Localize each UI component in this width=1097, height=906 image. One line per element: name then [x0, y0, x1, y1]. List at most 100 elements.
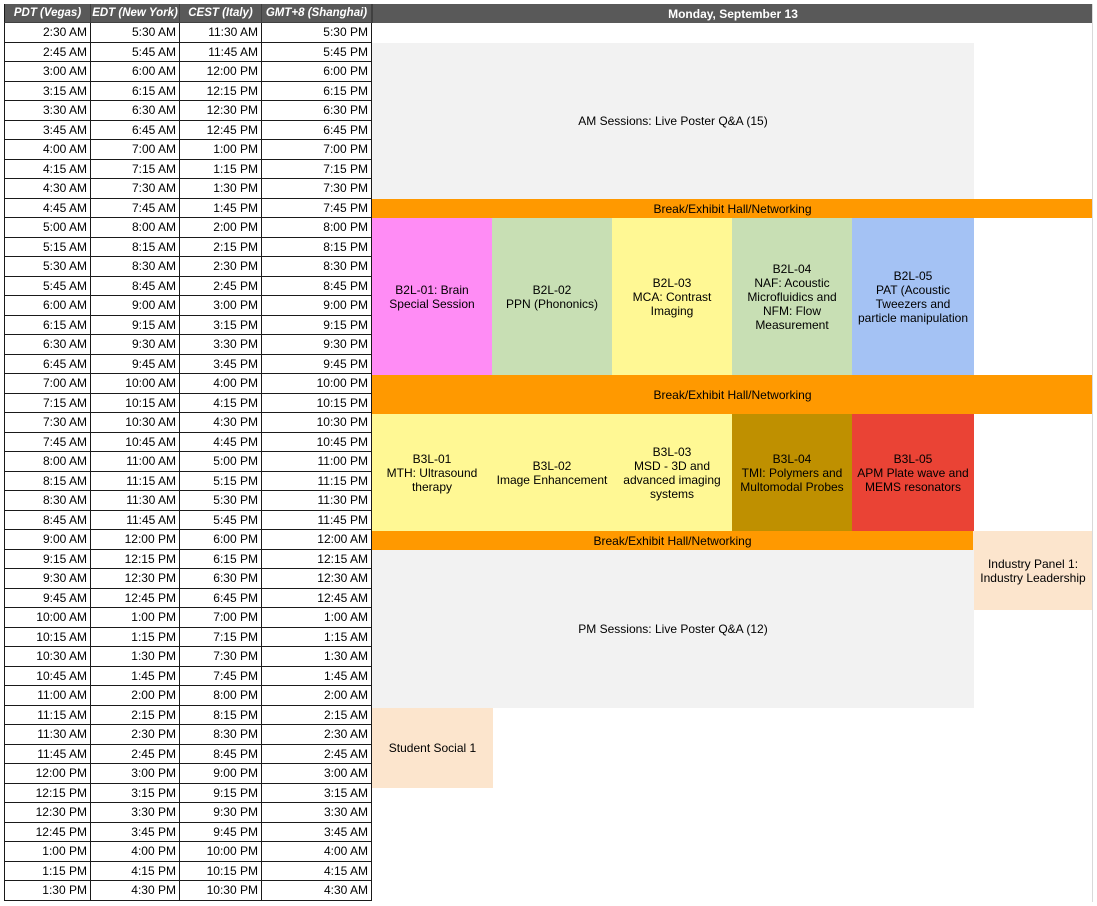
time-cell-cest[interactable]: 11:45 AM [180, 42, 262, 62]
time-cell-edt[interactable]: 3:15 PM [91, 783, 180, 803]
time-cell-gmt8[interactable]: 8:30 PM [262, 257, 372, 277]
time-cell-cest[interactable]: 5:15 PM [180, 471, 262, 491]
time-cell-cest[interactable]: 12:30 PM [180, 101, 262, 121]
time-cell-pdt[interactable]: 10:15 AM [4, 627, 91, 647]
time-cell-edt[interactable]: 9:00 AM [91, 296, 180, 316]
session-b3l-02[interactable]: B3L-02 Image Enhancement [492, 414, 612, 531]
time-cell-edt[interactable]: 12:00 PM [91, 530, 180, 550]
time-cell-pdt[interactable]: 11:00 AM [4, 686, 91, 706]
industry-panel-1[interactable]: Industry Panel 1: Industry Leadership [973, 531, 1093, 610]
time-cell-cest[interactable]: 6:15 PM [180, 549, 262, 569]
time-cell-cest[interactable]: 5:45 PM [180, 510, 262, 530]
time-cell-edt[interactable]: 3:30 PM [91, 803, 180, 823]
time-cell-gmt8[interactable]: 6:45 PM [262, 120, 372, 140]
session-b2l-01[interactable]: B2L-01: Brain Special Session [372, 218, 492, 375]
time-cell-edt[interactable]: 6:45 AM [91, 120, 180, 140]
time-cell-pdt[interactable]: 3:45 AM [4, 120, 91, 140]
time-cell-cest[interactable]: 7:00 PM [180, 608, 262, 628]
time-cell-pdt[interactable]: 3:00 AM [4, 62, 91, 82]
time-cell-gmt8[interactable]: 8:00 PM [262, 218, 372, 238]
time-cell-gmt8[interactable]: 12:00 AM [262, 530, 372, 550]
time-cell-cest[interactable]: 2:15 PM [180, 237, 262, 257]
time-cell-edt[interactable]: 12:45 PM [91, 588, 180, 608]
time-cell-pdt[interactable]: 7:45 AM [4, 432, 91, 452]
pm-poster-session[interactable]: PM Sessions: Live Poster Q&A (12) [372, 550, 974, 708]
time-cell-pdt[interactable]: 5:45 AM [4, 276, 91, 296]
time-cell-pdt[interactable]: 2:45 AM [4, 42, 91, 62]
time-cell-edt[interactable]: 1:30 PM [91, 647, 180, 667]
time-cell-cest[interactable]: 8:30 PM [180, 725, 262, 745]
time-cell-edt[interactable]: 10:30 AM [91, 413, 180, 433]
time-cell-edt[interactable]: 11:30 AM [91, 491, 180, 511]
time-cell-edt[interactable]: 4:15 PM [91, 861, 180, 881]
time-cell-cest[interactable]: 2:00 PM [180, 218, 262, 238]
time-cell-cest[interactable]: 4:30 PM [180, 413, 262, 433]
time-cell-edt[interactable]: 6:15 AM [91, 81, 180, 101]
time-cell-edt[interactable]: 6:30 AM [91, 101, 180, 121]
time-cell-gmt8[interactable]: 1:00 AM [262, 608, 372, 628]
time-cell-cest[interactable]: 4:45 PM [180, 432, 262, 452]
time-cell-gmt8[interactable]: 4:00 AM [262, 842, 372, 862]
time-cell-pdt[interactable]: 12:30 PM [4, 803, 91, 823]
time-cell-gmt8[interactable]: 3:30 AM [262, 803, 372, 823]
time-cell-edt[interactable]: 4:30 PM [91, 881, 180, 901]
time-cell-pdt[interactable]: 11:30 AM [4, 725, 91, 745]
day-header[interactable]: Monday, September 13 [372, 4, 1093, 23]
time-cell-gmt8[interactable]: 6:15 PM [262, 81, 372, 101]
time-cell-cest[interactable]: 6:30 PM [180, 569, 262, 589]
time-cell-gmt8[interactable]: 5:45 PM [262, 42, 372, 62]
time-cell-gmt8[interactable]: 11:00 PM [262, 452, 372, 472]
session-b3l-04[interactable]: B3L-04 TMI: Polymers and Multomodal Prob… [732, 414, 852, 531]
time-cell-cest[interactable]: 8:00 PM [180, 686, 262, 706]
time-cell-edt[interactable]: 3:00 PM [91, 764, 180, 784]
time-cell-cest[interactable]: 3:45 PM [180, 354, 262, 374]
time-cell-edt[interactable]: 7:30 AM [91, 179, 180, 199]
time-cell-cest[interactable]: 9:15 PM [180, 783, 262, 803]
time-cell-pdt[interactable]: 11:15 AM [4, 705, 91, 725]
time-cell-edt[interactable]: 9:30 AM [91, 335, 180, 355]
time-cell-gmt8[interactable]: 11:15 PM [262, 471, 372, 491]
time-cell-pdt[interactable]: 5:00 AM [4, 218, 91, 238]
time-cell-pdt[interactable]: 7:15 AM [4, 393, 91, 413]
time-cell-gmt8[interactable]: 1:45 AM [262, 666, 372, 686]
time-cell-gmt8[interactable]: 3:00 AM [262, 764, 372, 784]
time-cell-edt[interactable]: 4:00 PM [91, 842, 180, 862]
time-cell-gmt8[interactable]: 10:00 PM [262, 374, 372, 394]
time-cell-pdt[interactable]: 11:45 AM [4, 744, 91, 764]
time-cell-gmt8[interactable]: 8:15 PM [262, 237, 372, 257]
time-cell-cest[interactable]: 10:30 PM [180, 881, 262, 901]
time-cell-pdt[interactable]: 6:45 AM [4, 354, 91, 374]
session-b2l-03[interactable]: B2L-03 MCA: Contrast Imaging [612, 218, 732, 375]
time-cell-cest[interactable]: 12:15 PM [180, 81, 262, 101]
time-cell-edt[interactable]: 11:00 AM [91, 452, 180, 472]
time-cell-gmt8[interactable]: 7:30 PM [262, 179, 372, 199]
time-cell-cest[interactable]: 6:45 PM [180, 588, 262, 608]
time-cell-pdt[interactable]: 4:15 AM [4, 159, 91, 179]
break-networking-2[interactable]: Break/Exhibit Hall/Networking [372, 375, 1093, 414]
time-cell-gmt8[interactable]: 3:15 AM [262, 783, 372, 803]
time-cell-pdt[interactable]: 2:30 AM [4, 23, 91, 43]
time-cell-edt[interactable]: 9:15 AM [91, 315, 180, 335]
time-cell-edt[interactable]: 3:45 PM [91, 822, 180, 842]
time-cell-pdt[interactable]: 7:00 AM [4, 374, 91, 394]
time-cell-edt[interactable]: 1:00 PM [91, 608, 180, 628]
time-cell-gmt8[interactable]: 2:00 AM [262, 686, 372, 706]
time-cell-pdt[interactable]: 8:15 AM [4, 471, 91, 491]
time-cell-pdt[interactable]: 4:00 AM [4, 140, 91, 160]
time-cell-pdt[interactable]: 8:30 AM [4, 491, 91, 511]
time-cell-edt[interactable]: 7:15 AM [91, 159, 180, 179]
session-b3l-01[interactable]: B3L-01 MTH: Ultrasound therapy [372, 414, 492, 531]
time-cell-cest[interactable]: 1:45 PM [180, 198, 262, 218]
time-cell-gmt8[interactable]: 1:15 AM [262, 627, 372, 647]
session-b2l-02[interactable]: B2L-02 PPN (Phononics) [492, 218, 612, 375]
time-cell-gmt8[interactable]: 10:15 PM [262, 393, 372, 413]
time-cell-edt[interactable]: 10:45 AM [91, 432, 180, 452]
time-cell-pdt[interactable]: 7:30 AM [4, 413, 91, 433]
time-cell-edt[interactable]: 5:45 AM [91, 42, 180, 62]
time-cell-edt[interactable]: 6:00 AM [91, 62, 180, 82]
time-cell-cest[interactable]: 5:00 PM [180, 452, 262, 472]
time-cell-cest[interactable]: 3:15 PM [180, 315, 262, 335]
time-cell-pdt[interactable]: 10:30 AM [4, 647, 91, 667]
time-cell-cest[interactable]: 12:00 PM [180, 62, 262, 82]
time-cell-gmt8[interactable]: 8:45 PM [262, 276, 372, 296]
